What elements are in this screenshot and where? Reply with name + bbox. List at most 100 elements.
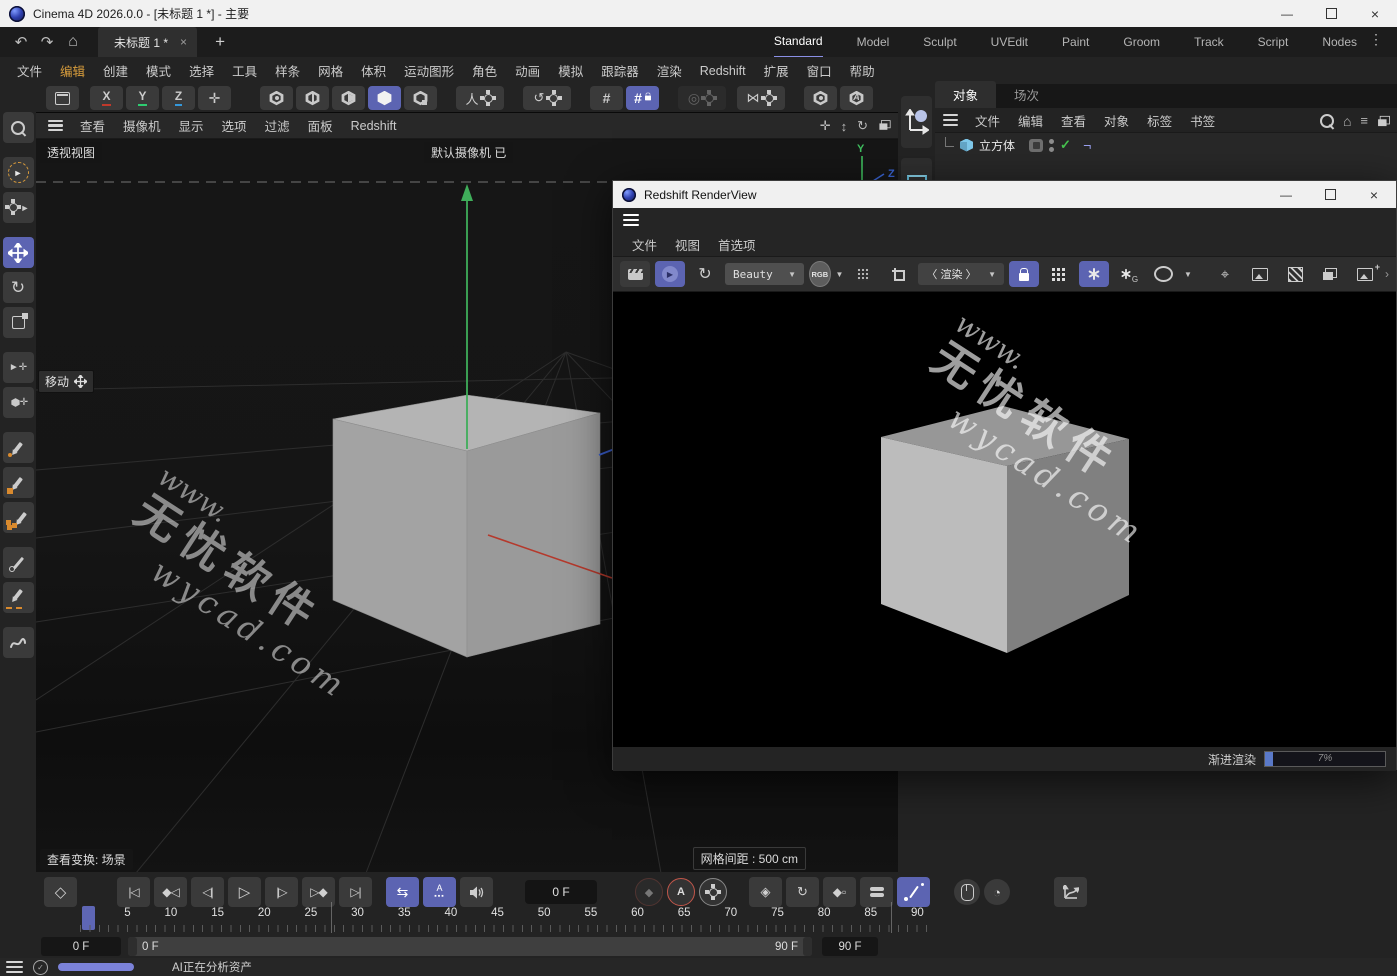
solo-object-button[interactable] xyxy=(804,86,837,110)
scale-tool[interactable] xyxy=(3,307,34,338)
toggle-view-icon[interactable] xyxy=(878,119,892,134)
om-home-icon[interactable]: ⌂ xyxy=(1343,113,1351,129)
view-label[interactable]: 透视视图 xyxy=(40,142,102,163)
om-menu-tags[interactable]: 标签 xyxy=(1138,111,1181,130)
om-menu-edit[interactable]: 编辑 xyxy=(1009,111,1052,130)
rv-snapshot-list-button[interactable] xyxy=(1315,261,1345,287)
prev-key-button[interactable]: ◆◁ xyxy=(154,877,187,907)
key-scale-button[interactable]: ◆▫ xyxy=(823,877,856,907)
workplane-button[interactable] xyxy=(46,86,79,110)
symmetry-button[interactable]: ⋈ xyxy=(737,86,785,110)
menu-mograph[interactable]: 运动图形 xyxy=(395,61,463,80)
move-tool[interactable] xyxy=(3,237,34,268)
rv-close-button[interactable]: × xyxy=(1352,181,1396,208)
layout-tab-script[interactable]: Script xyxy=(1258,27,1289,57)
mode-points-button[interactable] xyxy=(260,86,293,110)
om-menu-view[interactable]: 查看 xyxy=(1052,111,1095,130)
spline-scatter-tool[interactable] xyxy=(3,502,34,533)
vp-menu-panel[interactable]: 面板 xyxy=(299,116,342,135)
solo-auto-button[interactable]: A xyxy=(840,86,873,110)
start-frame-field[interactable]: 0 F xyxy=(41,937,121,956)
autokey-range-button[interactable]: A▪▪▪ xyxy=(423,877,456,907)
document-tab-close-icon[interactable]: × xyxy=(180,35,187,49)
new-tab-button[interactable]: + xyxy=(207,29,233,55)
rv-overflow-chevron[interactable]: › xyxy=(1385,267,1389,281)
simulation-tools-button[interactable]: ↺ xyxy=(523,86,571,110)
lock-x-button[interactable]: X xyxy=(90,86,123,110)
menu-extensions[interactable]: 扩展 xyxy=(755,61,798,80)
rv-focus-button[interactable]: ⌖ xyxy=(1210,261,1240,287)
menu-spline[interactable]: 样条 xyxy=(266,61,309,80)
menu-redshift[interactable]: Redshift xyxy=(691,64,755,78)
rv-mode-dropdown[interactable]: 〈 渲染 〉 ▼ xyxy=(918,263,1004,285)
layout-overflow-menu[interactable]: ⋮ xyxy=(1369,31,1383,48)
vp-menu-view[interactable]: 查看 xyxy=(71,116,114,135)
dolly-view-icon[interactable]: ↕ xyxy=(841,119,848,134)
mouse-nav-button[interactable] xyxy=(954,879,980,905)
object-row-cube[interactable]: 立方体 ✓ ⌐ xyxy=(935,133,1397,157)
next-frame-button[interactable]: |▷ xyxy=(265,877,298,907)
rotate-tool[interactable]: ↻ xyxy=(3,272,34,303)
visibility-dots[interactable] xyxy=(1049,139,1054,152)
minimize-button[interactable]: — xyxy=(1265,0,1309,27)
key-position-button[interactable]: ◈ xyxy=(749,877,782,907)
character-tools-button[interactable]: 人 xyxy=(456,86,504,110)
undo-button[interactable]: ↶ xyxy=(8,29,34,55)
layout-tab-groom[interactable]: Groom xyxy=(1123,27,1160,57)
snap-grid-button[interactable]: # xyxy=(590,86,623,110)
tab-objects[interactable]: 对象 xyxy=(935,81,996,108)
layout-tab-nodes[interactable]: Nodes xyxy=(1322,27,1357,57)
editor-toggle[interactable] xyxy=(1029,139,1043,152)
line-cut-tool[interactable] xyxy=(3,547,34,578)
camera-label[interactable]: 默认摄像机 已 xyxy=(424,142,513,163)
phong-tag-icon[interactable]: ⌐ xyxy=(1083,137,1091,153)
om-filter-icon[interactable]: ≡ xyxy=(1360,113,1368,128)
rv-menu-file[interactable]: 文件 xyxy=(623,235,666,254)
rv-dither-button[interactable] xyxy=(848,261,878,287)
sound-button[interactable] xyxy=(460,877,493,907)
multi-transform-tool[interactable]: ✛ xyxy=(3,387,34,418)
key-parameter-button[interactable] xyxy=(860,877,893,907)
lock-z-button[interactable]: Z xyxy=(162,86,195,110)
layout-tab-model[interactable]: Model xyxy=(857,27,890,57)
layout-tab-standard[interactable]: Standard xyxy=(774,26,823,58)
menu-render[interactable]: 渲染 xyxy=(648,61,691,80)
rv-restart-button[interactable]: ↻ xyxy=(690,261,720,287)
layout-tab-sculpt[interactable]: Sculpt xyxy=(923,27,956,57)
enable-check-icon[interactable]: ✓ xyxy=(1060,137,1071,153)
search-tool[interactable] xyxy=(3,112,34,143)
menu-tools[interactable]: 工具 xyxy=(223,61,266,80)
rv-menu-preferences[interactable]: 首选项 xyxy=(709,235,765,254)
menu-help[interactable]: 帮助 xyxy=(841,61,884,80)
renderview-titlebar[interactable]: Redshift RenderView — × xyxy=(613,181,1396,208)
rv-add-snapshot-button[interactable]: + xyxy=(1350,261,1380,287)
vp-menu-redshift[interactable]: Redshift xyxy=(342,119,406,133)
record-button[interactable]: ◆ xyxy=(635,878,663,906)
menu-animation[interactable]: 动画 xyxy=(506,61,549,80)
menu-create[interactable]: 创建 xyxy=(94,61,137,80)
timeline-ruler[interactable]: 0 5 10 15 20 25 30 35 40 45 50 55 60 65 … xyxy=(84,907,924,919)
rv-freeze-global-button[interactable]: G xyxy=(1114,261,1144,287)
keyframe-settings-button[interactable] xyxy=(699,878,727,906)
close-button[interactable]: × xyxy=(1353,0,1397,27)
document-tab[interactable]: 未标题 1 * × xyxy=(98,27,197,57)
spline-pen-tool[interactable] xyxy=(3,432,34,463)
home-button[interactable]: ⌂ xyxy=(60,29,86,55)
rv-white-balance-button[interactable] xyxy=(1149,261,1179,287)
transform-tool[interactable]: ►✛ xyxy=(3,352,34,383)
freehand-spline-tool[interactable] xyxy=(3,627,34,658)
goto-end-button[interactable]: ▷| xyxy=(339,877,372,907)
current-frame-field[interactable]: 0 F xyxy=(525,880,597,904)
rv-burger-icon[interactable] xyxy=(623,214,639,226)
lock-y-button[interactable]: Y xyxy=(126,86,159,110)
prev-frame-button[interactable]: ◁| xyxy=(191,877,224,907)
rv-maximize-button[interactable] xyxy=(1308,181,1352,208)
rv-aov-dropdown[interactable]: Beauty ▼ xyxy=(725,263,804,285)
om-burger-icon[interactable] xyxy=(943,114,958,126)
maximize-button[interactable] xyxy=(1309,0,1353,27)
rv-channel-arrow-icon[interactable]: ▼ xyxy=(836,270,844,279)
status-burger-icon[interactable] xyxy=(6,961,23,973)
autokey-button[interactable]: A xyxy=(667,878,695,906)
rv-crop-button[interactable] xyxy=(883,261,913,287)
vp-menu-filter[interactable]: 过滤 xyxy=(256,116,299,135)
